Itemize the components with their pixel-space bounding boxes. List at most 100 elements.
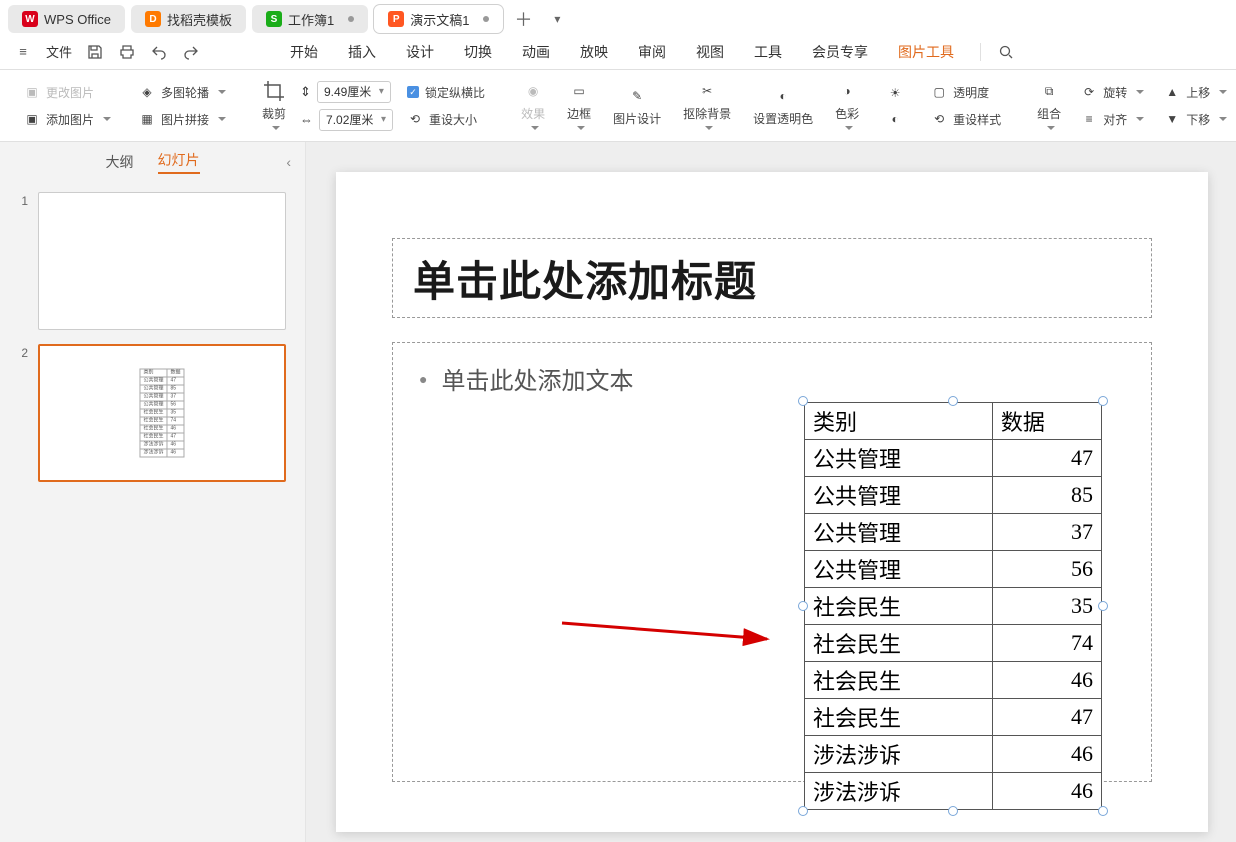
menu-bar: ≡ 文件 开始 插入 设计 切换 动画 放映 审阅 视图 工具 会员专享 图片工…: [0, 34, 1236, 70]
menu-slideshow[interactable]: 放映: [570, 42, 618, 62]
resize-handle[interactable]: [948, 806, 958, 816]
contrast-button[interactable]: ◐: [883, 109, 907, 129]
resize-handle[interactable]: [798, 601, 808, 611]
move-down-button[interactable]: ▼下移: [1160, 109, 1231, 130]
table-row: 社会民生46: [805, 662, 1102, 699]
app-tab[interactable]: W WPS Office: [8, 5, 125, 33]
menu-vip[interactable]: 会员专享: [802, 42, 878, 62]
reset-size-icon: ⟲: [407, 111, 423, 127]
resize-handle[interactable]: [1098, 396, 1108, 406]
border-button[interactable]: ▭边框: [563, 77, 595, 134]
new-tab-button[interactable]: ＋: [509, 5, 537, 33]
print-icon[interactable]: [118, 43, 136, 61]
table-header-category: 类别: [805, 403, 993, 440]
table-header-data: 数据: [992, 403, 1101, 440]
resize-handle[interactable]: [798, 806, 808, 816]
search-icon[interactable]: [997, 43, 1015, 61]
wps-icon: W: [22, 11, 38, 27]
menu-view[interactable]: 视图: [686, 42, 734, 62]
width-icon: ⇔: [300, 112, 313, 127]
workbook-tab[interactable]: S 工作簿1: [252, 5, 368, 33]
menu-icon[interactable]: ≡: [14, 43, 32, 61]
carousel-icon: ◈: [139, 84, 155, 100]
thumbnail-list: 1 2 类别数据 公共管理47 公共管理85 公共管理37 公共管理56 社会民…: [0, 182, 305, 842]
color-icon: ◑: [835, 79, 859, 103]
menu-start[interactable]: 开始: [280, 42, 328, 62]
set-transparent-button[interactable]: ◐设置透明色: [749, 82, 817, 129]
table-row: 社会民生35: [805, 588, 1102, 625]
title-placeholder[interactable]: 单击此处添加标题: [392, 238, 1152, 318]
resize-handle[interactable]: [948, 396, 958, 406]
join-icon: ▦: [139, 111, 155, 127]
rotate-button[interactable]: ⟳旋转: [1077, 82, 1148, 103]
template-tab[interactable]: D 找稻壳模板: [131, 5, 246, 33]
slide[interactable]: 单击此处添加标题 单击此处添加文本 类别 数据 公共管理47 公共管理85 公共: [336, 172, 1208, 832]
multi-outline-button[interactable]: ◈多图轮播: [135, 82, 230, 103]
lock-ratio-checkbox[interactable]: ✓锁定纵横比: [403, 82, 489, 103]
add-picture-button[interactable]: ▣添加图片: [20, 109, 115, 130]
align-button[interactable]: ≡对齐: [1077, 109, 1148, 130]
panel-tabs: 大纲 幻灯片 ‹: [0, 142, 305, 182]
reset-style-button[interactable]: ⟲重设样式: [927, 109, 1005, 130]
crop-icon: [262, 79, 286, 103]
menu-review[interactable]: 审阅: [628, 42, 676, 62]
checkbox-checked-icon: ✓: [407, 86, 419, 98]
table-row: 社会民生74: [805, 625, 1102, 662]
file-menu[interactable]: 文件: [46, 42, 72, 61]
thumbnail-row: 2 类别数据 公共管理47 公共管理85 公共管理37 公共管理56 社会民生3…: [14, 344, 291, 482]
menu-animation[interactable]: 动画: [512, 42, 560, 62]
crop-button[interactable]: 裁剪: [258, 77, 290, 134]
table-row: 涉法涉诉46: [805, 736, 1102, 773]
collapse-panel-icon[interactable]: ‹: [286, 154, 291, 170]
menu-transition[interactable]: 切换: [454, 42, 502, 62]
resize-handle[interactable]: [1098, 601, 1108, 611]
body-placeholder-text: 单击此处添加文本: [419, 361, 1125, 396]
move-up-button[interactable]: ▲上移: [1160, 82, 1231, 103]
slides-tab[interactable]: 幻灯片: [158, 150, 200, 174]
brightness-icon: ☀: [887, 85, 903, 101]
picture-join-button[interactable]: ▦图片拼接: [135, 109, 230, 130]
main-area: 大纲 幻灯片 ‹ 1 2 类别数据 公共管理47 公共管理85 公共管理37 公…: [0, 142, 1236, 842]
contrast-icon: ◐: [887, 111, 903, 127]
slide-thumbnail-2[interactable]: 类别数据 公共管理47 公共管理85 公共管理37 公共管理56 社会民生35 …: [38, 344, 286, 482]
redo-icon[interactable]: [182, 43, 200, 61]
template-icon: D: [145, 11, 161, 27]
transparency-button[interactable]: ▢透明度: [927, 82, 1005, 103]
effect-button[interactable]: ◉效果: [517, 77, 549, 134]
remove-bg-button[interactable]: ✂抠除背景: [679, 77, 735, 134]
brightness-button[interactable]: ☀: [883, 83, 907, 103]
add-picture-icon: ▣: [24, 111, 40, 127]
title-placeholder-text: 单击此处添加标题: [413, 248, 757, 309]
menu-design[interactable]: 设计: [396, 42, 444, 62]
table-row: 社会民生47: [805, 699, 1102, 736]
resize-handle[interactable]: [798, 396, 808, 406]
resize-handle[interactable]: [1098, 806, 1108, 816]
height-input[interactable]: 9.49厘米▾: [317, 81, 391, 103]
picture-design-button[interactable]: ✎图片设计: [609, 82, 665, 129]
slide-thumbnail-1[interactable]: [38, 192, 286, 330]
embedded-table-object[interactable]: 类别 数据 公共管理47 公共管理85 公共管理37 公共管理56 社会民生35…: [804, 402, 1102, 810]
menu-picture-tools[interactable]: 图片工具: [888, 42, 964, 62]
undo-icon[interactable]: [150, 43, 168, 61]
border-icon: ▭: [567, 79, 591, 103]
transparency-icon: ▢: [931, 84, 947, 100]
move-up-icon: ▲: [1164, 84, 1180, 100]
outline-tab[interactable]: 大纲: [106, 152, 134, 172]
reset-size-button[interactable]: ⟲重设大小: [403, 109, 489, 130]
table-row: 公共管理56: [805, 551, 1102, 588]
color-button[interactable]: ◑色彩: [831, 77, 863, 134]
menu-insert[interactable]: 插入: [338, 42, 386, 62]
table-row: 涉法涉诉46: [805, 773, 1102, 810]
combine-button[interactable]: ⧉组合: [1033, 77, 1065, 134]
save-icon[interactable]: [86, 43, 104, 61]
slide-canvas[interactable]: 单击此处添加标题 单击此处添加文本 类别 数据 公共管理47 公共管理85 公共: [306, 142, 1236, 842]
tab-menu-button[interactable]: ▾: [543, 5, 571, 33]
menu-tools[interactable]: 工具: [744, 42, 792, 62]
width-input[interactable]: 7.02厘米▾: [319, 109, 393, 131]
change-picture-button[interactable]: ▣更改图片: [20, 82, 115, 103]
presentation-tab[interactable]: P 演示文稿1: [374, 5, 503, 33]
thumbnail-row: 1: [14, 192, 291, 330]
height-icon: ⇕: [300, 84, 311, 100]
change-picture-icon: ▣: [24, 84, 40, 100]
combine-icon: ⧉: [1037, 79, 1061, 103]
